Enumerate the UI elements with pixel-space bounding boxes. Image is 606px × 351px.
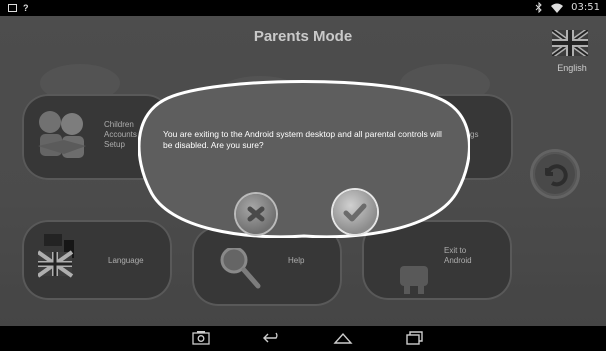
home-icon[interactable] [333,331,353,345]
cancel-button[interactable] [236,194,276,234]
checkmark-icon [343,203,367,222]
status-bar: ? 03:51 [0,0,606,16]
exit-confirmation-dialog [138,80,470,238]
navigation-bar [0,326,606,351]
bluetooth-icon [535,2,542,13]
close-icon [247,206,265,222]
image-icon [8,4,17,12]
wifi-icon [551,3,564,13]
clock: 03:51 [571,2,600,13]
question-icon: ? [23,3,29,13]
dialog-message: You are exiting to the Android system de… [163,129,442,150]
back-icon[interactable] [262,331,282,345]
recents-icon[interactable] [404,331,424,345]
confirm-button[interactable] [333,190,377,234]
screen: ? 03:51 Parents Mode English Children Ac… [0,0,606,351]
screenshot-icon[interactable] [192,331,210,345]
